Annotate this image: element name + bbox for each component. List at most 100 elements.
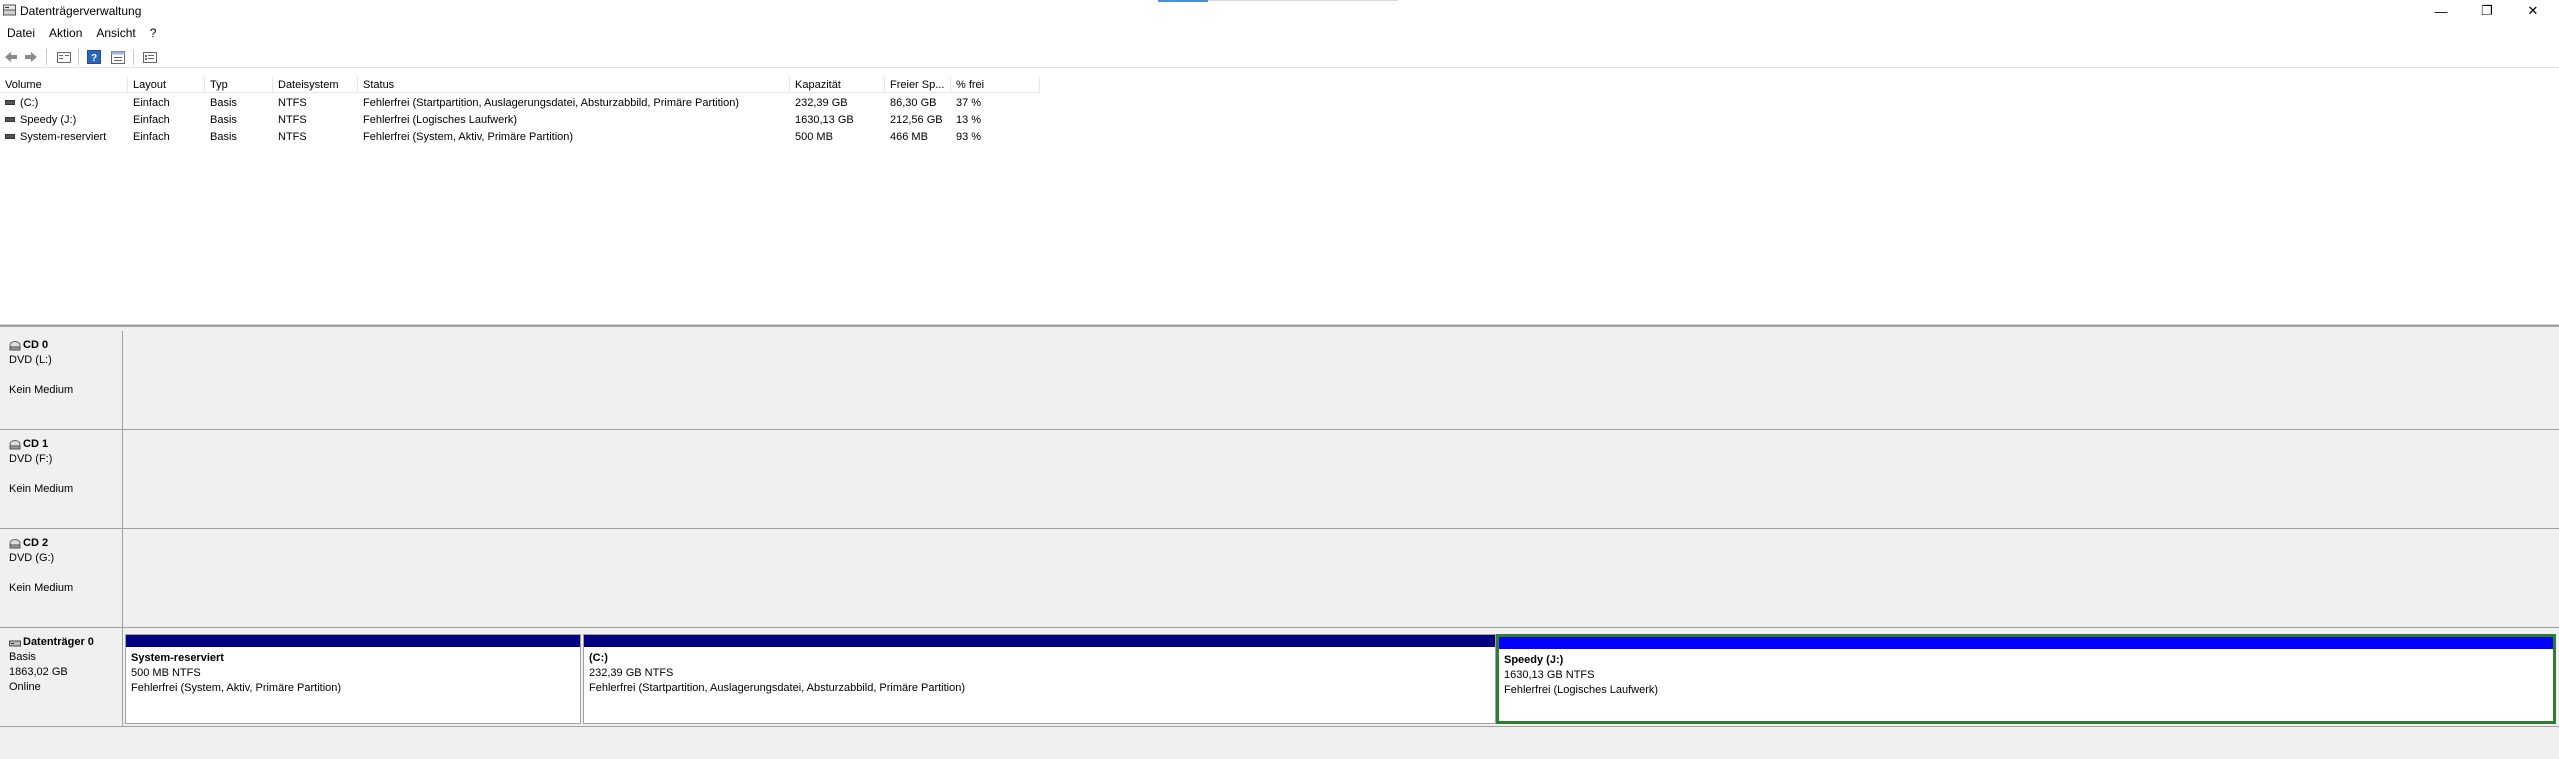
disk-label[interactable]: Datenträger 0 Basis 1863,02 GB Online bbox=[0, 628, 123, 726]
menu-datei[interactable]: Datei bbox=[0, 24, 42, 42]
volume-icon bbox=[5, 116, 15, 122]
disk-name: CD 2 bbox=[9, 536, 122, 551]
disk-row-disk0[interactable]: Datenträger 0 Basis 1863,02 GB Online Sy… bbox=[0, 628, 2559, 727]
dateisystem-cell: NTFS bbox=[278, 131, 307, 143]
title-accent-line bbox=[1208, 0, 1398, 1]
layout-cell: Einfach bbox=[133, 114, 170, 126]
toolbar-separator bbox=[78, 49, 79, 65]
typ-cell: Basis bbox=[210, 114, 237, 126]
disk-name: CD 1 bbox=[9, 437, 122, 452]
disk-management-icon bbox=[3, 4, 16, 16]
volume-icon bbox=[5, 133, 15, 139]
column-header-prozent-frei[interactable]: % frei bbox=[951, 77, 1040, 93]
disk-list-icon[interactable] bbox=[56, 49, 72, 65]
forward-icon[interactable] bbox=[23, 49, 39, 65]
layout-cell: Einfach bbox=[133, 97, 170, 109]
hard-disk-icon bbox=[9, 640, 21, 646]
typ-cell: Basis bbox=[210, 131, 237, 143]
table-row[interactable]: Speedy (J:) Einfach Basis NTFS Fehlerfre… bbox=[0, 112, 1040, 129]
prozent-frei-cell: 93 % bbox=[956, 131, 982, 143]
freier-speicher-cell: 212,56 GB bbox=[890, 114, 943, 126]
disk-info bbox=[9, 467, 122, 482]
column-header-volume[interactable]: Volume bbox=[0, 77, 128, 93]
menu-bar: Datei Aktion Ansicht ? bbox=[0, 24, 163, 42]
column-header-typ[interactable]: Typ bbox=[205, 77, 273, 93]
minimize-button[interactable]: — bbox=[2418, 0, 2464, 22]
typ-cell: Basis bbox=[210, 97, 237, 109]
menu-aktion[interactable]: Aktion bbox=[42, 24, 89, 42]
partition-speedy[interactable]: Speedy (J:) 1630,13 GB NTFS Fehlerfrei (… bbox=[1496, 634, 2556, 724]
disk-title: CD 0 bbox=[23, 339, 49, 351]
layout-cell: Einfach bbox=[133, 131, 170, 143]
disk-row-cd2[interactable]: CD 2 DVD (G:) Kein Medium bbox=[0, 529, 2559, 628]
cd-drive-icon bbox=[9, 439, 21, 449]
properties-icon[interactable] bbox=[110, 49, 126, 65]
disk-media-status: Kein Medium bbox=[9, 384, 74, 396]
volume-cell: Speedy (J:) bbox=[0, 112, 76, 129]
disk-row-cd0[interactable]: CD 0 DVD (L:) Kein Medium bbox=[0, 331, 2559, 430]
disk-name: CD 0 bbox=[9, 338, 122, 353]
column-header-status[interactable]: Status bbox=[358, 77, 790, 93]
menu-help[interactable]: ? bbox=[143, 24, 164, 42]
status-cell: Fehlerfrei (Startpartition, Auslagerungs… bbox=[363, 97, 740, 109]
disk-row-cd1[interactable]: CD 1 DVD (F:) Kein Medium bbox=[0, 430, 2559, 529]
disk-drive-letter: DVD (L:) bbox=[9, 354, 52, 366]
disk-label[interactable]: CD 0 DVD (L:) Kein Medium bbox=[0, 331, 123, 429]
partition-type-bar bbox=[584, 635, 1495, 647]
kapazitaet-cell: 500 MB bbox=[795, 131, 833, 143]
partition-type-bar bbox=[126, 635, 580, 647]
volume-list-header: Volume Layout Typ Dateisystem Status Kap… bbox=[0, 77, 1040, 93]
window-title: Datenträgerverwaltung bbox=[20, 4, 142, 18]
partition-info: Speedy (J:) 1630,13 GB NTFS Fehlerfrei (… bbox=[1499, 649, 2553, 698]
prozent-frei-cell: 37 % bbox=[956, 97, 982, 109]
disk-body-empty bbox=[124, 529, 2559, 627]
restore-button[interactable]: ❐ bbox=[2464, 0, 2510, 22]
volume-cell: System-reserviert bbox=[0, 129, 106, 146]
column-header-layout[interactable]: Layout bbox=[128, 77, 205, 93]
volume-name: Speedy (J:) bbox=[20, 114, 77, 126]
title-accent bbox=[1158, 0, 1208, 2]
disk-media-status: Kein Medium bbox=[9, 483, 74, 495]
disk-drive-letter: DVD (G:) bbox=[9, 552, 55, 564]
table-row[interactable]: System-reserviert Einfach Basis NTFS Feh… bbox=[0, 129, 1040, 146]
volume-icon bbox=[5, 99, 15, 105]
freier-speicher-cell: 466 MB bbox=[890, 131, 928, 143]
partition-size: 232,39 GB NTFS bbox=[589, 667, 674, 679]
kapazitaet-cell: 1630,13 GB bbox=[795, 114, 854, 126]
help-icon[interactable]: ? bbox=[86, 49, 102, 65]
disk-title: CD 2 bbox=[23, 537, 49, 549]
disk-label[interactable]: CD 1 DVD (F:) Kein Medium bbox=[0, 430, 123, 528]
settings-icon[interactable] bbox=[142, 49, 158, 65]
disk-label[interactable]: CD 2 DVD (G:) Kein Medium bbox=[0, 529, 123, 627]
disk-size: 1863,02 GB bbox=[9, 666, 68, 678]
column-header-kapazitaet[interactable]: Kapazität bbox=[790, 77, 885, 93]
volume-name: System-reserviert bbox=[20, 131, 107, 143]
close-button[interactable]: ✕ bbox=[2510, 0, 2556, 22]
disk-info bbox=[9, 566, 122, 581]
toolbar-separator bbox=[133, 49, 134, 65]
partition-status: Fehlerfrei (Logisches Laufwerk) bbox=[1504, 684, 1659, 696]
partition-size: 1630,13 GB NTFS bbox=[1504, 669, 1595, 681]
disk-partitions: System-reserviert 500 MB NTFS Fehlerfrei… bbox=[124, 628, 2559, 726]
svg-text:?: ? bbox=[91, 53, 97, 64]
column-header-freier-speicher[interactable]: Freier Sp... bbox=[885, 77, 951, 93]
disk-media-status: Kein Medium bbox=[9, 582, 74, 594]
disk-body-empty bbox=[124, 430, 2559, 528]
cd-drive-icon bbox=[9, 340, 21, 350]
partition-size: 500 MB NTFS bbox=[131, 667, 201, 679]
cd-drive-icon bbox=[9, 538, 21, 548]
menu-ansicht[interactable]: Ansicht bbox=[89, 24, 142, 42]
partition-system-reserved[interactable]: System-reserviert 500 MB NTFS Fehlerfrei… bbox=[125, 634, 581, 724]
disk-status: Online bbox=[9, 681, 41, 693]
table-row[interactable]: (C:) Einfach Basis NTFS Fehlerfrei (Star… bbox=[0, 95, 1040, 112]
dateisystem-cell: NTFS bbox=[278, 97, 307, 109]
partition-name: System-reserviert bbox=[131, 652, 224, 664]
partition-type-bar bbox=[1499, 637, 2553, 649]
back-icon[interactable] bbox=[3, 49, 19, 65]
volume-cell: (C:) bbox=[0, 95, 38, 112]
partition-c[interactable]: (C:) 232,39 GB NTFS Fehlerfrei (Startpar… bbox=[583, 634, 1496, 724]
title-bar: Datenträgerverwaltung — ❐ ✕ bbox=[0, 0, 2559, 22]
disk-type: Basis bbox=[9, 651, 36, 663]
volume-name: (C:) bbox=[20, 97, 39, 109]
column-header-dateisystem[interactable]: Dateisystem bbox=[273, 77, 358, 93]
